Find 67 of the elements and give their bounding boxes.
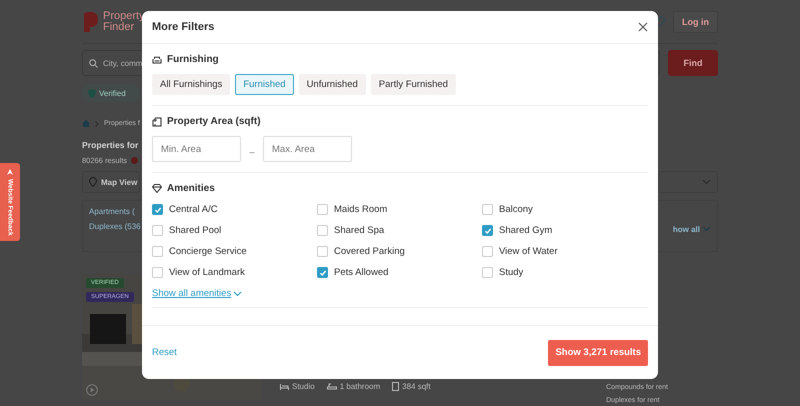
show-results-button[interactable]: Show 3,271 results [548, 340, 648, 366]
sort-dropdown[interactable] [658, 171, 718, 193]
listing-fact: 1 bathroom [326, 382, 380, 391]
logo-icon [82, 10, 100, 32]
checkbox[interactable] [317, 267, 328, 278]
chevron-down-icon [233, 290, 242, 296]
sofa-icon [152, 56, 162, 64]
show-all-amenities-link[interactable]: Show all amenities [152, 288, 242, 299]
checkbox[interactable] [482, 204, 493, 215]
range-separator: – [249, 147, 255, 157]
show-all-link[interactable]: how all [672, 224, 711, 234]
furnishing-option[interactable]: Unfurnished [298, 74, 366, 95]
amenity-label: View of Landmark [169, 267, 245, 278]
amenity-label: Shared Gym [499, 225, 552, 236]
listing-fact: Studio [280, 382, 315, 391]
section-title: Amenities [167, 183, 215, 194]
amenity-label: Concierge Service [169, 246, 247, 257]
amenity-label: Maids Room [334, 204, 388, 215]
amenity-label: Balcony [499, 204, 533, 215]
category-link[interactable]: Apartments ( [89, 207, 141, 216]
listing-fact: 384 sqft [392, 382, 431, 391]
amenity-label: Shared Pool [169, 225, 222, 236]
max-area-field[interactable]: Max. Area [263, 136, 352, 162]
amenity-label: Covered Parking [334, 246, 405, 257]
bed-icon [280, 382, 289, 390]
find-button[interactable]: Find [668, 50, 718, 76]
checkbox[interactable] [317, 225, 328, 236]
dialog-title: More Filters [152, 21, 214, 33]
checkbox[interactable] [152, 246, 163, 257]
map-view-button[interactable]: Map View [82, 171, 140, 193]
section-title: Furnishing [167, 54, 219, 65]
area-icon [392, 382, 400, 391]
amenity-label: Central A/C [169, 204, 218, 215]
shield-check-icon [88, 88, 96, 98]
close-button[interactable] [636, 20, 650, 34]
checkbox[interactable] [482, 225, 493, 236]
login-button[interactable]: Log in [673, 10, 718, 32]
results-dot [131, 157, 138, 164]
amenity-label: Pets Allowed [334, 267, 388, 278]
page-heading: Properties for [82, 140, 138, 150]
home-icon[interactable] [82, 120, 90, 127]
furnishing-option[interactable]: All Furnishings [152, 74, 230, 95]
amenity-label: Shared Spa [334, 225, 384, 236]
furnishing-option[interactable]: Furnished [235, 74, 294, 95]
amenity-label: View of Water [499, 246, 558, 257]
floor-plan-icon [152, 116, 162, 126]
verified-chip[interactable]: Verified [82, 84, 140, 102]
chevron-down-icon [702, 179, 711, 185]
checkbox[interactable] [482, 267, 493, 278]
section-title: Property Area (sqft) [167, 116, 261, 127]
min-area-field[interactable]: Min. Area [152, 136, 241, 162]
reset-button[interactable]: Reset [152, 347, 177, 358]
search-icon [89, 58, 98, 68]
checkbox[interactable] [317, 246, 328, 257]
play-icon[interactable] [86, 384, 98, 396]
checkbox[interactable] [482, 246, 493, 257]
checkbox[interactable] [152, 204, 163, 215]
bathtub-icon [326, 382, 337, 390]
checkbox[interactable] [152, 225, 163, 236]
diamond-icon [152, 184, 162, 193]
furnishing-option[interactable]: Partly Furnished [370, 74, 456, 95]
chevron-down-icon [702, 226, 711, 232]
checkbox[interactable] [317, 204, 328, 215]
map-pin-icon [89, 177, 97, 187]
category-link[interactable]: Duplexes (536 [89, 222, 141, 231]
checkbox[interactable] [152, 267, 163, 278]
amenity-label: Study [499, 267, 524, 278]
